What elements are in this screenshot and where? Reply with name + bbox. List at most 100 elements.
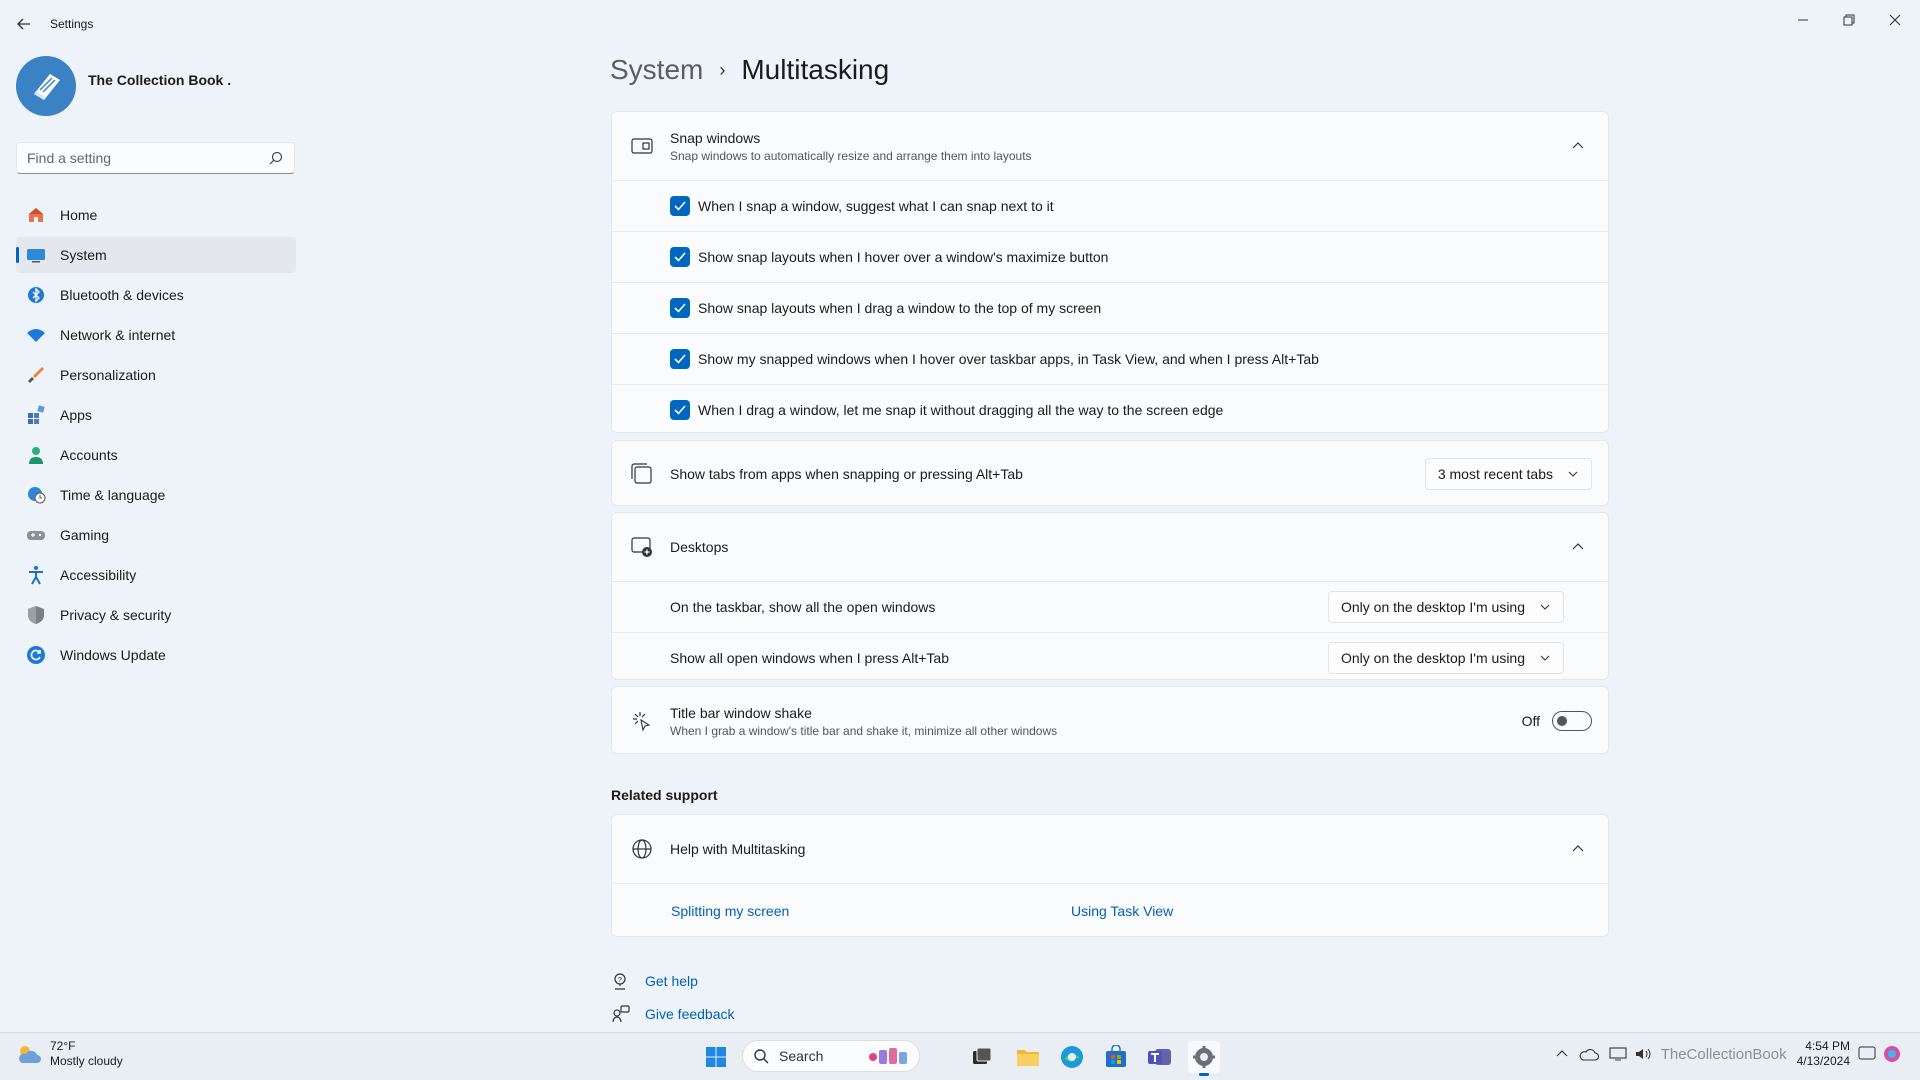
snap-option-row: Show snap layouts when I drag a window t…: [612, 282, 1608, 333]
close-icon[interactable]: [1872, 4, 1918, 36]
chevron-down-icon: [1540, 604, 1550, 610]
snap-suggest-checkbox[interactable]: [670, 196, 690, 216]
desktops-title: Desktops: [670, 539, 729, 555]
folder-icon: [1017, 1050, 1039, 1066]
help-header[interactable]: Help with Multitasking: [612, 815, 1608, 883]
clock-date: 4/13/2024: [1796, 1054, 1850, 1068]
desktops-taskbar-dropdown[interactable]: Only on the desktop I'm using: [1328, 591, 1564, 623]
search-field[interactable]: [16, 142, 295, 174]
volume-icon[interactable]: [1635, 1047, 1653, 1061]
restore-icon[interactable]: [1826, 4, 1872, 36]
network-icon[interactable]: [1609, 1047, 1627, 1061]
start-button[interactable]: [700, 1041, 732, 1073]
watermark-text: TheCollectionBook: [1660, 1045, 1787, 1063]
sidebar-item-label: System: [60, 247, 107, 263]
snap-windows-icon: [630, 134, 654, 158]
sidebar-item-apps[interactable]: Apps: [16, 397, 296, 433]
chevron-up-icon[interactable]: [1555, 1047, 1569, 1061]
task-view-link[interactable]: Using Task View: [1071, 903, 1173, 919]
tabs-label: Show tabs from apps when snapping or pre…: [670, 466, 1023, 482]
sidebar-item-label: Time & language: [60, 487, 166, 503]
file-explorer-button[interactable]: [1012, 1041, 1044, 1073]
edge-icon: [1061, 1046, 1083, 1068]
splitting-screen-link[interactable]: Splitting my screen: [671, 903, 789, 919]
shake-icon: [630, 709, 654, 733]
book-logo-icon: [34, 74, 60, 100]
settings-taskbar-button[interactable]: [1188, 1041, 1220, 1076]
search-input[interactable]: [17, 143, 247, 173]
snap-option-label: Show snap layouts when I hover over a wi…: [698, 249, 1109, 265]
edge-button[interactable]: [1056, 1041, 1088, 1073]
snap-option-row: Show snap layouts when I hover over a wi…: [612, 231, 1608, 282]
store-button[interactable]: [1100, 1041, 1132, 1073]
title-bar: Settings: [0, 0, 1920, 48]
monitor-icon: [26, 245, 46, 265]
avatar[interactable]: [16, 56, 76, 116]
give-feedback-link[interactable]: Give feedback: [611, 1004, 735, 1024]
sidebar-item-windows-update[interactable]: Windows Update: [16, 637, 296, 673]
back-arrow-icon[interactable]: [12, 12, 36, 36]
shake-subtitle: When I grab a window's title bar and sha…: [670, 723, 1058, 738]
taskbar-search[interactable]: Search: [742, 1040, 920, 1072]
snap-taskbar-checkbox[interactable]: [670, 349, 690, 369]
sidebar-item-personalization[interactable]: Personalization: [16, 357, 296, 393]
sidebar-item-network[interactable]: Network & internet: [16, 317, 296, 353]
snap-hover-maximize-checkbox[interactable]: [670, 247, 690, 267]
desktops-taskbar-label: On the taskbar, show all the open window…: [670, 599, 936, 615]
desktops-alttab-row: Show all open windows when I press Alt+T…: [612, 632, 1608, 683]
task-view-button[interactable]: [966, 1041, 998, 1073]
chevron-up-icon[interactable]: [1570, 841, 1586, 857]
snap-edge-checkbox[interactable]: [670, 400, 690, 420]
teams-button[interactable]: [1144, 1041, 1176, 1073]
get-help-link[interactable]: ? Get help: [611, 971, 698, 991]
clock[interactable]: 4:54 PM 4/13/2024: [1797, 1039, 1850, 1069]
desktops-taskbar-row: On the taskbar, show all the open window…: [612, 581, 1608, 632]
dropdown-value: Only on the desktop I'm using: [1341, 599, 1525, 615]
sidebar-item-accessibility[interactable]: Accessibility: [16, 557, 296, 593]
desktops-alttab-dropdown[interactable]: Only on the desktop I'm using: [1328, 642, 1564, 674]
copilot-icon[interactable]: [1882, 1044, 1902, 1064]
sidebar-item-privacy[interactable]: Privacy & security: [16, 597, 296, 633]
snap-option-row: When I drag a window, let me snap it wit…: [612, 384, 1608, 435]
gamepad-icon: [26, 525, 46, 545]
dropdown-value: Only on the desktop I'm using: [1341, 650, 1525, 666]
desktops-header[interactable]: Desktops: [612, 513, 1608, 581]
sidebar-item-time-language[interactable]: Time & language: [16, 477, 296, 513]
sidebar-item-label: Windows Update: [60, 647, 166, 663]
chevron-up-icon[interactable]: [1570, 539, 1586, 555]
snap-option-label: Show snap layouts when I drag a window t…: [698, 300, 1102, 316]
profile-name: The Collection Book .: [88, 72, 232, 88]
chevron-down-icon: [1568, 471, 1578, 477]
teams-icon: [1148, 1049, 1171, 1065]
sidebar-item-system[interactable]: System: [16, 237, 296, 273]
chevron-up-icon[interactable]: [1570, 138, 1586, 154]
search-icon[interactable]: [268, 150, 284, 166]
tabs-dropdown-value: 3 most recent tabs: [1437, 466, 1553, 482]
snap-option-row: When I snap a window, suggest what I can…: [612, 180, 1608, 231]
weather-widget[interactable]: 72°F Mostly cloudy: [16, 1039, 123, 1069]
snap-windows-header[interactable]: Snap windows Snap windows to automatical…: [612, 112, 1608, 180]
sidebar-item-label: Gaming: [60, 527, 110, 543]
snap-drag-top-checkbox[interactable]: [670, 298, 690, 318]
shake-state-label: Off: [1521, 713, 1540, 729]
chat-icon[interactable]: [1858, 1045, 1876, 1063]
breadcrumb: System › Multitasking: [610, 54, 889, 86]
minimize-icon[interactable]: [1780, 4, 1826, 36]
cloud-icon[interactable]: [1579, 1047, 1599, 1061]
tabs-dropdown[interactable]: 3 most recent tabs: [1424, 458, 1592, 490]
checkmark-icon: [674, 405, 686, 415]
bluetooth-icon: [26, 285, 46, 305]
task-view-icon: [973, 1047, 992, 1064]
sidebar-item-home[interactable]: Home: [16, 197, 296, 233]
tabs-icon: [630, 462, 654, 486]
sidebar-item-gaming[interactable]: Gaming: [16, 517, 296, 553]
shake-toggle[interactable]: [1552, 711, 1592, 731]
tabs-card: Show tabs from apps when snapping or pre…: [611, 440, 1609, 506]
sidebar-item-accounts[interactable]: Accounts: [16, 437, 296, 473]
search-icon: [754, 1049, 769, 1064]
snap-option-row: Show my snapped windows when I hover ove…: [612, 333, 1608, 384]
breadcrumb-parent[interactable]: System: [610, 54, 703, 86]
sidebar-item-label: Network & internet: [60, 327, 176, 343]
help-card: Help with Multitasking Splitting my scre…: [611, 814, 1609, 937]
sidebar-item-bluetooth[interactable]: Bluetooth & devices: [16, 277, 296, 313]
